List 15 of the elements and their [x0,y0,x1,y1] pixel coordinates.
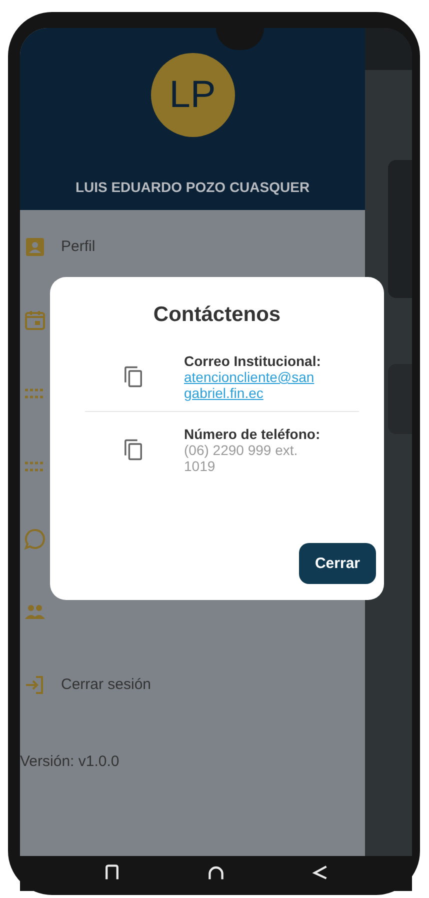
user-name: LUIS EDUARDO POZO CUASQUER [75,179,310,195]
app-bar [365,28,412,70]
email-link[interactable]: atencioncliente@sangabriel.fin.ec [184,369,318,401]
field-label: Número de teléfono: [184,426,322,442]
chat-icon [23,526,47,550]
menu-item[interactable]: Perfil [61,238,96,255]
dialog-title: Contáctenos [152,303,282,327]
back-icon[interactable] [311,862,329,880]
phone-number: (06) 2290 999 ext. 1019 [184,442,299,474]
menu-item[interactable]: Cerrar sesión [61,676,152,693]
close-button[interactable]: Cerrar [298,543,376,584]
avatar: LP [150,53,234,137]
field-label: Correo Institucional: [184,353,322,369]
version-label: Versión: v1.0.0 [20,753,120,770]
recent-apps-icon[interactable] [103,862,121,880]
